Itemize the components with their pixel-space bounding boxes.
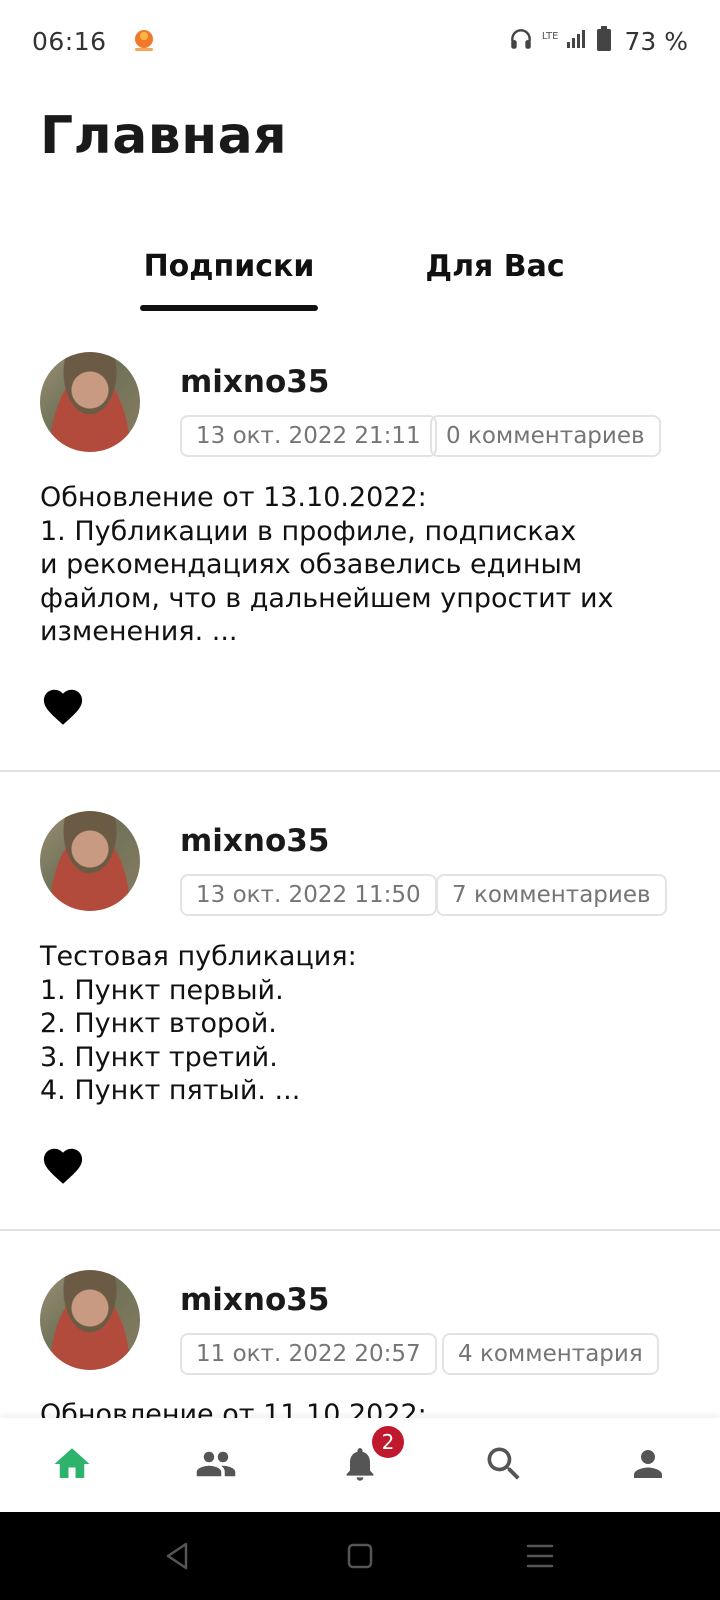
back-icon[interactable] [158, 1536, 198, 1576]
search-icon[interactable] [476, 1436, 532, 1492]
post-divider [0, 770, 720, 772]
network-type: LTE [541, 30, 559, 42]
heart-icon[interactable] [40, 1143, 86, 1185]
tab-for-you[interactable]: Для Вас [410, 236, 580, 296]
post-text[interactable]: Обновление от 13.10.2022: 1. Публикации … [40, 481, 690, 649]
system-navigation-bar [0, 1512, 720, 1600]
post-date-chip: 13 окт. 2022 11:50 [180, 874, 437, 916]
post-comments-chip[interactable]: 0 комментариев [430, 415, 661, 457]
post-username[interactable]: mixno35 [180, 364, 329, 400]
page-title: Главная [40, 106, 288, 166]
post-comments-chip[interactable]: 7 комментариев [436, 874, 667, 916]
menu-icon[interactable] [520, 1536, 560, 1576]
home-icon[interactable] [44, 1436, 100, 1492]
battery-level: 73 % [624, 26, 688, 56]
post-comments-chip[interactable]: 4 комментария [442, 1333, 659, 1375]
avatar[interactable] [40, 1270, 140, 1370]
post-divider [0, 1229, 720, 1231]
post-text[interactable]: Тестовая публикация: 1. Пункт первый. 2.… [40, 940, 690, 1108]
post-username[interactable]: mixno35 [180, 823, 329, 859]
person-icon[interactable] [620, 1436, 676, 1492]
headphones-icon [508, 26, 534, 56]
post-username[interactable]: mixno35 [180, 1282, 329, 1318]
tab-bar: Подписки Для Вас [0, 236, 720, 316]
signal-icon [566, 28, 588, 54]
home-square-icon[interactable] [340, 1536, 380, 1576]
active-tab-indicator [140, 305, 318, 311]
tab-subscriptions[interactable]: Подписки [140, 236, 318, 296]
status-bar: 06:16 LTE 73 % [0, 0, 720, 82]
status-icons: LTE 73 % [508, 26, 688, 56]
battery-icon [596, 26, 612, 56]
heart-icon[interactable] [40, 684, 86, 726]
bottom-navigation: 2 [0, 1418, 720, 1512]
notification-badge: 2 [372, 1426, 404, 1458]
app-notification-icon [131, 28, 157, 54]
status-time: 06:16 [32, 26, 107, 56]
people-icon[interactable] [188, 1436, 244, 1492]
post-date-chip: 13 окт. 2022 21:11 [180, 415, 437, 457]
avatar[interactable] [40, 352, 140, 452]
post-date-chip: 11 окт. 2022 20:57 [180, 1333, 437, 1375]
avatar[interactable] [40, 811, 140, 911]
